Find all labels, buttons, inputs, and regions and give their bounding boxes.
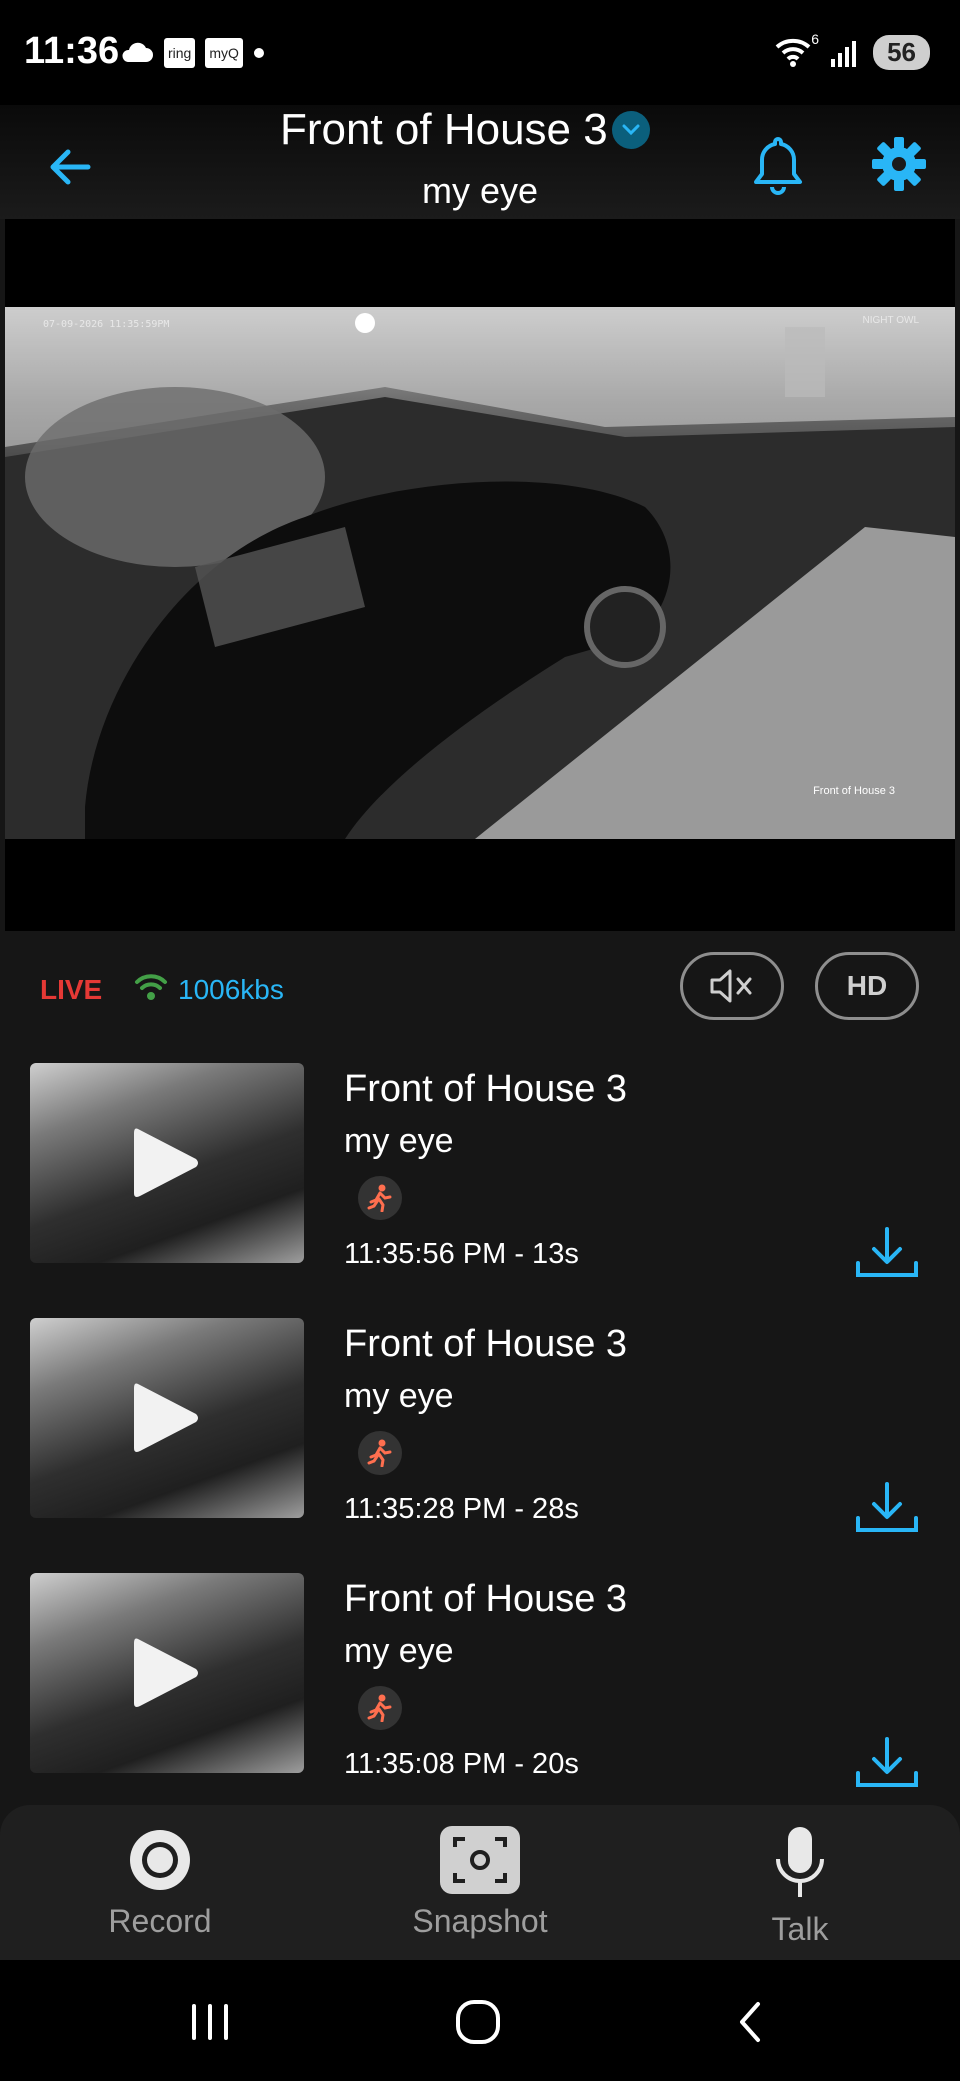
event-title: Front of House 3	[344, 1578, 628, 1620]
event-title: Front of House 3	[344, 1323, 628, 1365]
myq-app-icon: myQ	[205, 38, 243, 68]
play-icon[interactable]	[132, 1125, 200, 1201]
hd-toggle-button[interactable]: HD	[815, 952, 919, 1020]
event-time: 11:35:28 PM - 28s	[344, 1493, 579, 1525]
snapshot-button[interactable]: Snapshot	[380, 1825, 580, 1940]
chevron-down-icon[interactable]	[611, 111, 650, 149]
record-icon	[130, 1830, 190, 1890]
gear-icon[interactable]	[870, 135, 928, 193]
talk-label: Talk	[771, 1911, 829, 1947]
camera-subtitle: my eye	[421, 170, 539, 211]
ring-app-icon: ring	[164, 38, 196, 68]
event-subtitle: my eye	[344, 1122, 454, 1160]
bell-icon[interactable]	[750, 133, 806, 197]
camera-title: Front of House 3	[280, 105, 608, 154]
camera-header: Front of House 3 my eye	[0, 105, 960, 219]
motion-person-icon	[358, 1431, 402, 1475]
snapshot-label: Snapshot	[412, 1903, 548, 1939]
download-icon[interactable]	[852, 1478, 922, 1538]
event-subtitle: my eye	[344, 1377, 454, 1415]
microphone-icon	[776, 1827, 824, 1897]
camera-feed[interactable]: 07-09-2026 11:35:59PM NIGHT OWL Front of…	[5, 307, 955, 839]
record-button[interactable]: Record	[60, 1825, 260, 1940]
dot-icon	[253, 48, 264, 58]
download-icon[interactable]	[852, 1223, 922, 1283]
event-thumbnail[interactable]	[30, 1063, 304, 1263]
video-timestamp-overlay: 07-09-2026 11:35:59PM	[43, 319, 170, 330]
list-item[interactable]: Front of House 3 my eye 11:35:56 PM - 13…	[0, 1058, 960, 1313]
bitrate-label: 1006kbs	[178, 974, 284, 1005]
play-icon[interactable]	[132, 1380, 200, 1456]
status-notification-icons: ring myQ	[120, 38, 265, 68]
cloud-icon	[122, 42, 153, 62]
motion-person-icon	[358, 1176, 402, 1220]
battery-indicator: 56	[873, 35, 930, 70]
play-icon[interactable]	[132, 1635, 200, 1711]
camera-selector[interactable]: Front of House 3	[280, 105, 650, 155]
speaker-muted-icon	[710, 969, 752, 1003]
download-icon[interactable]	[852, 1733, 922, 1793]
back-nav-icon[interactable]	[720, 1998, 780, 2046]
snapshot-icon	[440, 1826, 520, 1894]
list-item[interactable]: Front of House 3 my eye 11:35:28 PM - 28…	[0, 1313, 960, 1568]
event-thumbnail[interactable]	[30, 1573, 304, 1773]
talk-button[interactable]: Talk	[700, 1825, 900, 1948]
status-system-icons: 6 56	[775, 31, 930, 70]
video-camera-caption: Front of House 3	[813, 785, 895, 797]
record-label: Record	[108, 1903, 212, 1939]
home-icon[interactable]	[448, 1998, 508, 2046]
night-scene-image	[5, 307, 955, 839]
motion-person-icon	[358, 1686, 402, 1730]
wifi-signal-icon	[135, 974, 167, 1000]
camera-toolbar: Record Snapshot Talk	[0, 1805, 960, 1960]
event-subtitle: my eye	[344, 1632, 454, 1670]
status-bar: 11:36 ring myQ 6 56	[0, 0, 960, 105]
event-thumbnail[interactable]	[30, 1318, 304, 1518]
cell-signal-icon	[831, 40, 857, 67]
mute-button[interactable]	[680, 952, 784, 1020]
event-title: Front of House 3	[344, 1068, 628, 1110]
wifi-generation-label: 6	[811, 30, 820, 47]
event-time: 11:35:56 PM - 13s	[344, 1238, 579, 1270]
stream-info-row: LIVE 1006kbs HD	[0, 950, 960, 1030]
system-nav-bar	[0, 1960, 960, 2081]
live-indicator: LIVE	[40, 974, 103, 1005]
live-video-player[interactable]: 07-09-2026 11:35:59PM NIGHT OWL Front of…	[5, 219, 955, 931]
event-list: Front of House 3 my eye 11:35:56 PM - 13…	[0, 1058, 960, 1823]
wifi-status-icon: 6	[775, 31, 819, 69]
recent-apps-icon[interactable]	[180, 1998, 240, 2046]
status-time: 11:36	[24, 30, 120, 72]
event-time: 11:35:08 PM - 20s	[344, 1748, 579, 1780]
video-brand-overlay: NIGHT OWL	[862, 315, 919, 326]
list-item[interactable]: Front of House 3 my eye 11:35:08 PM - 20…	[0, 1568, 960, 1823]
